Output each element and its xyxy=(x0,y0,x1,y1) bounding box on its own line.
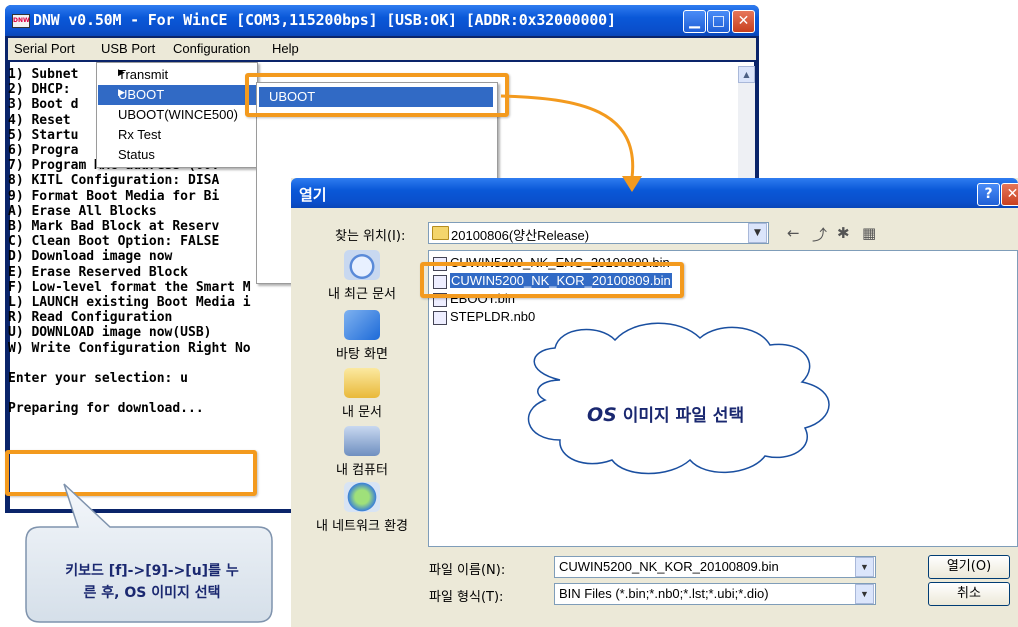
cloud-label: OS 이미지 파일 선택 xyxy=(587,404,745,426)
callout-label: 키보드 [f]->[9]->[u]를 누 른 후, OS 이미지 선택 xyxy=(65,563,239,601)
arrow-connector xyxy=(500,94,635,179)
arrow-head-icon xyxy=(622,176,642,192)
cloud-callout xyxy=(527,322,830,475)
annotation-overlay xyxy=(25,94,830,623)
